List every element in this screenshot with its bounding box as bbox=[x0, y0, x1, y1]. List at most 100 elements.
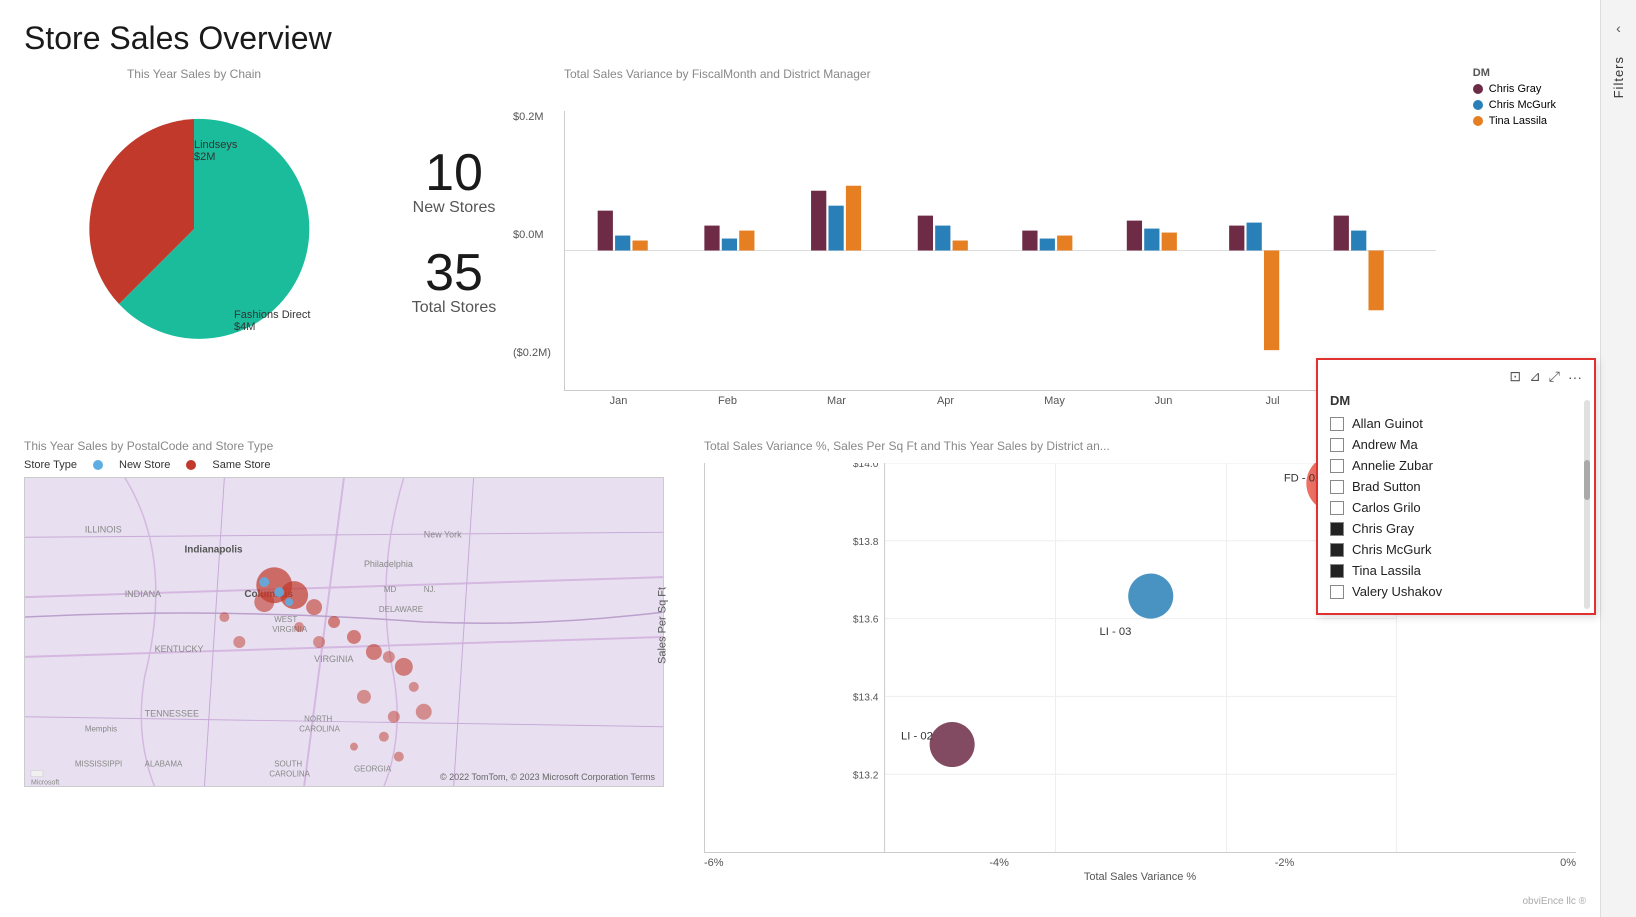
filter-checkbox-2[interactable] bbox=[1330, 459, 1344, 473]
svg-text:$13.8: $13.8 bbox=[853, 537, 879, 548]
pie-container: Lindseys $2M Fashions Direct $4M bbox=[54, 89, 334, 369]
filter-checkbox-8[interactable] bbox=[1330, 585, 1344, 599]
svg-text:$14.0: $14.0 bbox=[853, 463, 879, 470]
filter-label-1: Andrew Ma bbox=[1352, 437, 1418, 452]
svg-text:MISSISSIPPI: MISSISSIPPI bbox=[75, 760, 122, 769]
filter-label-5: Chris Gray bbox=[1352, 521, 1414, 536]
svg-text:ILLINOIS: ILLINOIS bbox=[85, 524, 122, 534]
chrisgray-legend-label: Chris Gray bbox=[1489, 83, 1542, 95]
filter-panel: ⊡ ⊿ ⤢ ··· DM Allan Guinot Andrew Ma Anne… bbox=[1316, 358, 1596, 615]
filter-label-0: Allan Guinot bbox=[1352, 416, 1423, 431]
resize-icon[interactable]: ⊡ bbox=[1509, 368, 1521, 385]
filter-item-0[interactable]: Allan Guinot bbox=[1330, 416, 1582, 431]
filter-icon[interactable]: ⊿ bbox=[1529, 368, 1541, 385]
filters-sidebar[interactable]: ‹ Filters bbox=[1600, 0, 1636, 917]
y-label-02: $0.2M bbox=[513, 111, 544, 123]
legend-item-chrisgray: Chris Gray bbox=[1473, 83, 1556, 95]
same-store-label: Same Store bbox=[212, 459, 270, 471]
svg-text:MD: MD bbox=[384, 585, 397, 594]
svg-text:SOUTH: SOUTH bbox=[274, 760, 302, 769]
x-label-apr: Apr bbox=[891, 395, 1000, 407]
x-label-n6: -6% bbox=[704, 857, 724, 869]
fashions-label: Fashions Direct $4M bbox=[234, 309, 310, 333]
filter-item-1[interactable]: Andrew Ma bbox=[1330, 437, 1582, 452]
filter-item-8[interactable]: Valery Ushakov bbox=[1330, 584, 1582, 599]
scatter-x-axis-label: Total Sales Variance % bbox=[704, 871, 1576, 883]
svg-text:New York: New York bbox=[424, 529, 462, 539]
filter-item-3[interactable]: Brad Sutton bbox=[1330, 479, 1582, 494]
filter-item-4[interactable]: Carlos Grilo bbox=[1330, 500, 1582, 515]
filter-scrollbar-thumb[interactable] bbox=[1584, 460, 1590, 500]
filter-checkbox-7[interactable] bbox=[1330, 564, 1344, 578]
tinalassila-legend-label: Tina Lassila bbox=[1489, 115, 1547, 127]
bar-chart-svg bbox=[565, 111, 1436, 390]
x-label-n4: -4% bbox=[989, 857, 1009, 869]
legend-title: DM bbox=[1473, 67, 1556, 79]
more-icon[interactable]: ··· bbox=[1568, 369, 1582, 385]
map-section: This Year Sales by PostalCode and Store … bbox=[24, 439, 684, 899]
filter-panel-toolbar: ⊡ ⊿ ⤢ ··· bbox=[1330, 368, 1582, 385]
filter-item-6[interactable]: Chris McGurk bbox=[1330, 542, 1582, 557]
lindseys-label: Lindseys $2M bbox=[194, 139, 237, 163]
svg-text:NJ.: NJ. bbox=[424, 585, 436, 594]
chrismcgurk-dot bbox=[1473, 100, 1483, 110]
svg-text:Microsoft: Microsoft bbox=[31, 780, 59, 786]
x-label-jul: Jul bbox=[1218, 395, 1327, 407]
svg-text:$13.2: $13.2 bbox=[853, 770, 879, 781]
filter-label-3: Brad Sutton bbox=[1352, 479, 1421, 494]
svg-text:TENNESSEE: TENNESSEE bbox=[145, 709, 199, 719]
svg-text:CAROLINA: CAROLINA bbox=[299, 725, 340, 734]
filter-checkbox-6[interactable] bbox=[1330, 543, 1344, 557]
x-label-jan: Jan bbox=[564, 395, 673, 407]
scatter-y-label: Sales Per Sq Ft bbox=[657, 587, 669, 664]
y-label-n02: ($0.2M) bbox=[513, 347, 551, 359]
svg-text:LI - 02: LI - 02 bbox=[901, 730, 933, 742]
new-store-label: New Store bbox=[119, 459, 170, 471]
svg-text:ALABAMA: ALABAMA bbox=[145, 760, 183, 769]
filter-label-4: Carlos Grilo bbox=[1352, 500, 1421, 515]
x-label-may: May bbox=[1000, 395, 1109, 407]
new-store-dot bbox=[93, 460, 103, 470]
tinalassila-dot bbox=[1473, 116, 1483, 126]
filter-checkbox-5[interactable] bbox=[1330, 522, 1344, 536]
pie-chart-section: This Year Sales by Chain Lindseys $2M Fa… bbox=[24, 67, 364, 427]
svg-text:$13.4: $13.4 bbox=[853, 692, 879, 703]
svg-text:VIRGINIA: VIRGINIA bbox=[314, 654, 353, 664]
new-stores-label: New Stores bbox=[413, 199, 496, 217]
chrisgray-dot bbox=[1473, 84, 1483, 94]
same-store-dot bbox=[186, 460, 196, 470]
filter-scrollbar[interactable] bbox=[1584, 400, 1590, 609]
filter-item-5[interactable]: Chris Gray bbox=[1330, 521, 1582, 536]
filter-checkbox-4[interactable] bbox=[1330, 501, 1344, 515]
filter-checkbox-0[interactable] bbox=[1330, 417, 1344, 431]
filter-item-2[interactable]: Annelie Zubar bbox=[1330, 458, 1582, 473]
svg-text:WEST: WEST bbox=[274, 615, 297, 624]
filter-dm-label: DM bbox=[1330, 393, 1582, 408]
page-title: Store Sales Overview bbox=[24, 20, 1576, 57]
svg-text:KENTUCKY: KENTUCKY bbox=[155, 644, 204, 654]
filter-checkbox-1[interactable] bbox=[1330, 438, 1344, 452]
store-type-legend: Store Type New Store Same Store bbox=[24, 459, 684, 471]
collapse-icon[interactable]: ‹ bbox=[1616, 20, 1621, 36]
pie-chart-title: This Year Sales by Chain bbox=[24, 67, 364, 81]
bar-chart-title: Total Sales Variance by FiscalMonth and … bbox=[564, 67, 1576, 81]
svg-text:INDIANA: INDIANA bbox=[125, 589, 161, 599]
map-svg: ILLINOIS INDIANA Indianapolis Columbus N… bbox=[25, 478, 663, 786]
x-labels: Jan Feb Mar Apr May Jun Jul Aug bbox=[564, 395, 1436, 407]
expand-icon[interactable]: ⤢ bbox=[1549, 368, 1560, 385]
svg-text:Memphis: Memphis bbox=[85, 725, 117, 734]
svg-text:CAROLINA: CAROLINA bbox=[269, 770, 310, 779]
filter-label-6: Chris McGurk bbox=[1352, 542, 1431, 557]
credit: obviEnce llc ® bbox=[1522, 896, 1586, 907]
x-label-mar: Mar bbox=[782, 395, 891, 407]
store-type-text: Store Type bbox=[24, 459, 77, 471]
x-label-feb: Feb bbox=[673, 395, 782, 407]
svg-text:LI - 03: LI - 03 bbox=[1100, 626, 1132, 638]
svg-text:NORTH: NORTH bbox=[304, 715, 332, 724]
filter-item-7[interactable]: Tina Lassila bbox=[1330, 563, 1582, 578]
total-stores-label: Total Stores bbox=[412, 299, 496, 317]
new-stores-count: 10 bbox=[425, 147, 483, 199]
filter-label-7: Tina Lassila bbox=[1352, 563, 1421, 578]
filter-checkbox-3[interactable] bbox=[1330, 480, 1344, 494]
filters-label[interactable]: Filters bbox=[1611, 56, 1626, 98]
